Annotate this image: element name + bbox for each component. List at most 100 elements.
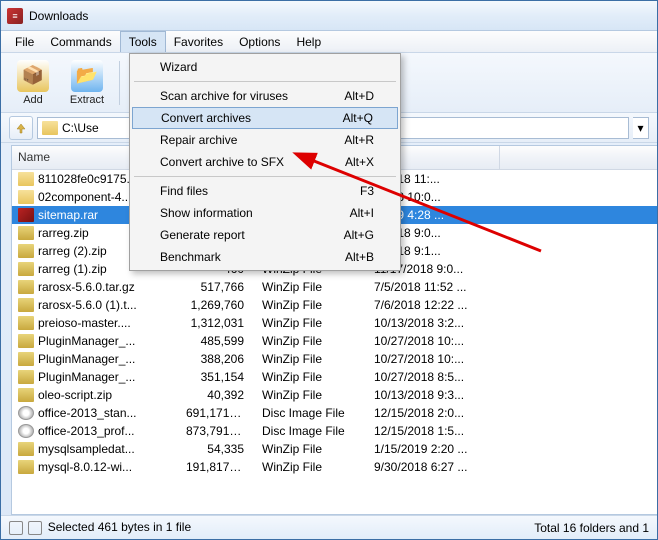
zip-icon xyxy=(18,442,34,456)
menuitem-show-information[interactable]: Show information Alt+I xyxy=(132,202,398,224)
disc-icon xyxy=(18,406,34,420)
file-name: mysqlsampledat... xyxy=(38,442,135,456)
file-name: preioso-master.... xyxy=(38,316,131,330)
up-button[interactable] xyxy=(9,116,33,140)
file-size: 691,171,328 xyxy=(180,405,256,421)
file-name: PluginManager_... xyxy=(38,352,135,366)
file-name: PluginManager_... xyxy=(38,334,135,348)
file-row[interactable]: oleo-script.zip40,392WinZip File10/13/20… xyxy=(12,386,657,404)
file-row[interactable]: PluginManager_...485,599WinZip File10/27… xyxy=(12,332,657,350)
file-row[interactable]: rarosx-5.6.0.tar.gz517,766WinZip File7/5… xyxy=(12,278,657,296)
file-name: sitemap.rar xyxy=(38,208,98,222)
file-modified: 10/27/2018 10:... xyxy=(368,351,500,367)
file-type: WinZip File xyxy=(256,441,368,457)
file-size: 40,392 xyxy=(180,387,256,403)
extract-button[interactable]: 📂 Extract xyxy=(61,56,113,110)
menuitem-shortcut: Alt+I xyxy=(350,206,374,220)
status-icon-2 xyxy=(28,521,42,535)
status-right: Total 16 folders and 1 xyxy=(534,521,649,535)
zip-icon xyxy=(18,226,34,240)
zip-icon xyxy=(18,280,34,294)
zip-icon xyxy=(18,316,34,330)
menu-separator xyxy=(134,176,396,177)
menuitem-shortcut: Alt+D xyxy=(344,89,374,103)
menuitem-wizard[interactable]: Wizard xyxy=(132,56,398,78)
file-type: WinZip File xyxy=(256,315,368,331)
file-modified: 7/5/2018 11:52 ... xyxy=(368,279,500,295)
menuitem-find-files[interactable]: Find filesF3 xyxy=(132,180,398,202)
extract-button-label: Extract xyxy=(70,94,104,106)
file-modified: 10/13/2018 3:2... xyxy=(368,315,500,331)
path-dropdown-button[interactable]: ▾ xyxy=(633,117,649,139)
file-modified: 12/15/2018 1:5... xyxy=(368,423,500,439)
menuitem-label: Convert archives xyxy=(161,111,251,125)
folder-icon xyxy=(18,172,34,186)
zip-icon xyxy=(18,460,34,474)
menu-commands[interactable]: Commands xyxy=(42,32,119,52)
toolbar-separator xyxy=(119,61,121,105)
file-name: rarosx-5.6.0.tar.gz xyxy=(38,280,135,294)
status-icon-1 xyxy=(9,521,23,535)
file-row[interactable]: rarosx-5.6.0 (1).t...1,269,760WinZip Fil… xyxy=(12,296,657,314)
menu-separator xyxy=(134,81,396,82)
menuitem-shortcut: Alt+R xyxy=(344,133,374,147)
menu-tools[interactable]: Tools xyxy=(120,31,166,52)
zip-icon xyxy=(18,388,34,402)
menuitem-scan-archive-for-viruses[interactable]: Scan archive for viruses Alt+D xyxy=(132,85,398,107)
file-type: WinZip File xyxy=(256,459,368,475)
file-row[interactable]: mysqlsampledat...54,335WinZip File1/15/2… xyxy=(12,440,657,458)
window-title: Downloads xyxy=(29,9,88,23)
add-button[interactable]: 📦Add xyxy=(7,56,59,110)
file-row[interactable]: PluginManager_...351,154WinZip File10/27… xyxy=(12,368,657,386)
file-type: WinZip File xyxy=(256,351,368,367)
menuitem-benchmark[interactable]: BenchmarkAlt+B xyxy=(132,246,398,268)
zip-icon xyxy=(18,370,34,384)
menu-help[interactable]: Help xyxy=(288,32,329,52)
menubar: FileCommandsToolsFavoritesOptionsHelp xyxy=(1,31,657,53)
zip-icon xyxy=(18,262,34,276)
file-size: 1,312,031 xyxy=(180,315,256,331)
file-modified: 1/15/2019 2:20 ... xyxy=(368,441,500,457)
menuitem-repair-archive[interactable]: Repair archive Alt+R xyxy=(132,129,398,151)
file-row[interactable]: PluginManager_...388,206WinZip File10/27… xyxy=(12,350,657,368)
titlebar: Downloads xyxy=(1,1,657,31)
winrar-icon xyxy=(7,8,23,24)
menu-file[interactable]: File xyxy=(7,32,42,52)
add-button-label: Add xyxy=(23,94,43,106)
status-bar: Selected 461 bytes in 1 file Total 16 fo… xyxy=(1,515,657,539)
file-name: rarreg.zip xyxy=(38,226,89,240)
extract-button-icon: 📂 xyxy=(71,60,103,92)
menuitem-label: Benchmark xyxy=(160,250,221,264)
folder-icon xyxy=(18,190,34,204)
menuitem-label: Scan archive for viruses xyxy=(160,89,288,103)
file-modified: 9/30/2018 6:27 ... xyxy=(368,459,500,475)
status-left: Selected 461 bytes in 1 file xyxy=(48,520,191,534)
menuitem-label: Repair archive xyxy=(160,133,237,147)
menuitem-label: Show information xyxy=(160,206,253,220)
file-size: 873,791,488 xyxy=(180,423,256,439)
zip-icon xyxy=(18,352,34,366)
menuitem-convert-archives[interactable]: Convert archivesAlt+Q xyxy=(132,107,398,129)
tools-menu: Wizard Scan archive for viruses Alt+D Conve… xyxy=(129,53,401,271)
file-row[interactable]: office-2013_stan...691,171,328Disc Image… xyxy=(12,404,657,422)
file-size: 517,766 xyxy=(180,279,256,295)
file-modified: 10/13/2018 9:3... xyxy=(368,387,500,403)
file-type: WinZip File xyxy=(256,369,368,385)
file-row[interactable]: office-2013_prof...873,791,488Disc Image… xyxy=(12,422,657,440)
menu-favorites[interactable]: Favorites xyxy=(166,32,231,52)
disc-icon xyxy=(18,424,34,438)
path-text: C:\Use xyxy=(62,121,99,135)
file-row[interactable]: mysql-8.0.12-wi...191,817,844WinZip File… xyxy=(12,458,657,476)
file-name: rarreg (1).zip xyxy=(38,262,107,276)
menuitem-generate-report[interactable]: Generate reportAlt+G xyxy=(132,224,398,246)
file-row[interactable]: preioso-master.... 1,312,031WinZip File10… xyxy=(12,314,657,332)
menuitem-label: Generate report xyxy=(160,228,245,242)
menu-options[interactable]: Options xyxy=(231,32,288,52)
zip-icon xyxy=(18,244,34,258)
file-name: rarosx-5.6.0 (1).t... xyxy=(38,298,137,312)
file-name: 811028fe0c9175.. xyxy=(38,172,133,186)
file-size: 191,817,844 xyxy=(180,459,256,475)
menuitem-shortcut: F3 xyxy=(360,184,374,198)
menuitem-convert-archive-to-sfx[interactable]: Convert archive to SFXAlt+X xyxy=(132,151,398,173)
file-name: 02component-4.. xyxy=(38,190,128,204)
